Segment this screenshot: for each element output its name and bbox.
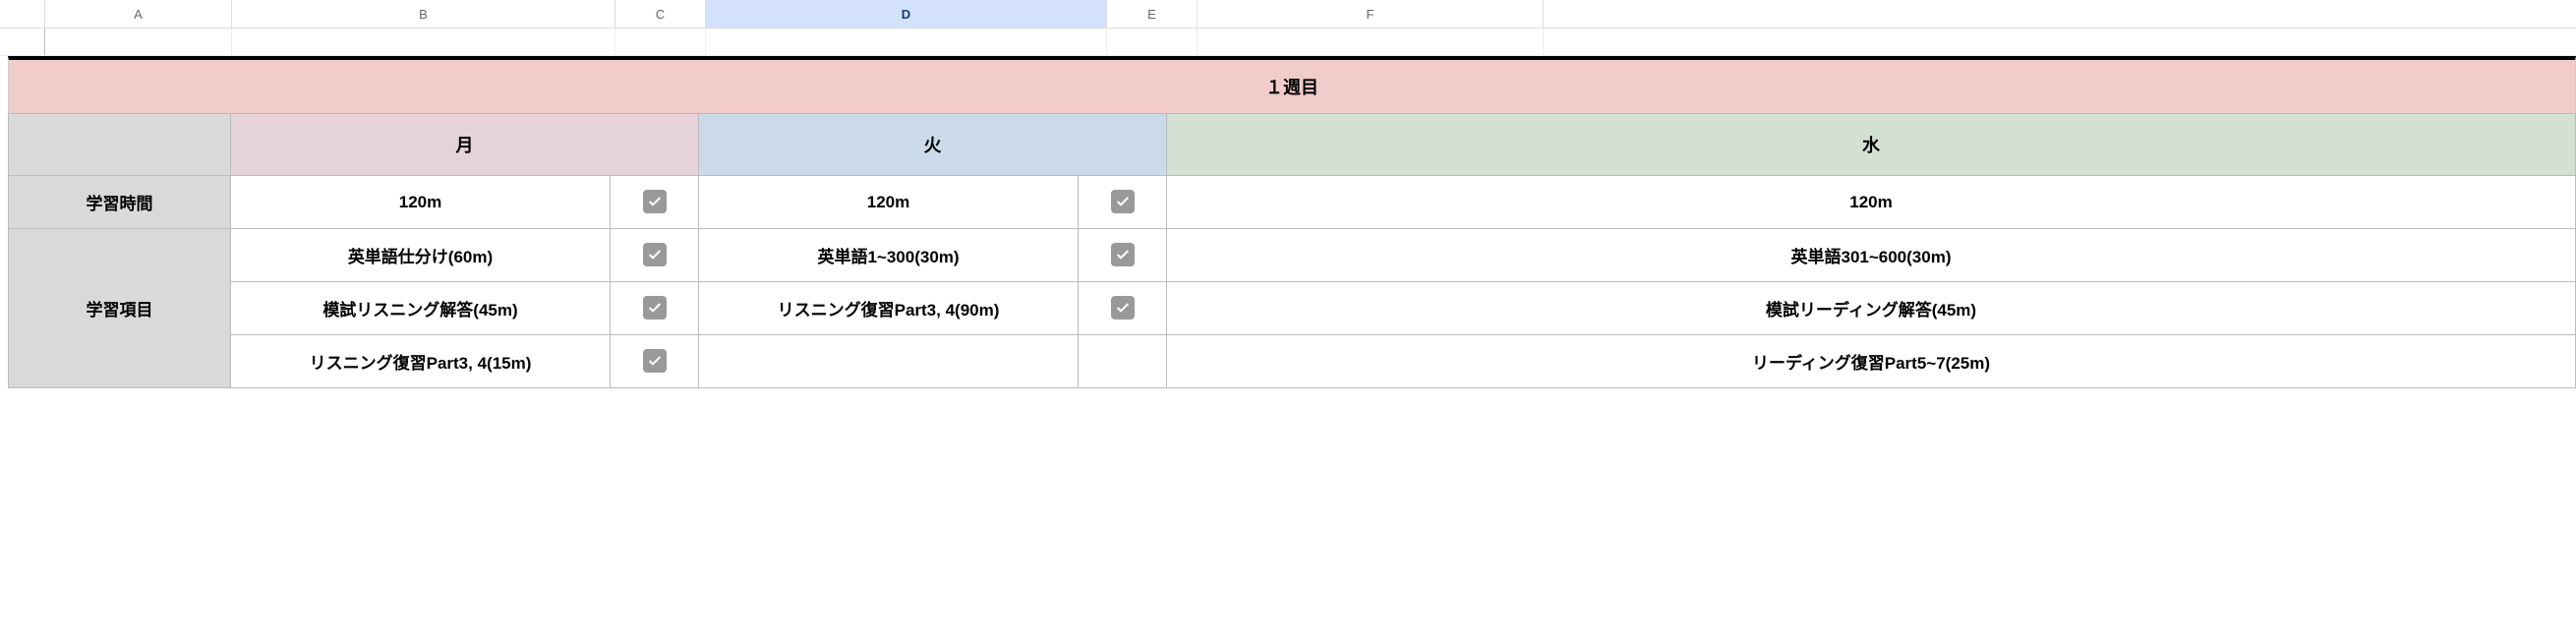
check-tue-2[interactable] xyxy=(1079,282,1167,335)
study-item-row-3: リスニング復習Part3, 4(15m) リーディング復習Part5~7(25m… xyxy=(9,335,2576,388)
checkbox-icon[interactable] xyxy=(1111,243,1135,266)
item-tue-2[interactable]: リスニング復習Part3, 4(90m) xyxy=(699,282,1079,335)
column-header-e[interactable]: E xyxy=(1107,0,1198,28)
checkbox-icon[interactable] xyxy=(643,243,667,266)
check-time-tue[interactable] xyxy=(1079,176,1167,229)
cell-e1[interactable] xyxy=(1107,29,1198,55)
item-mon-2[interactable]: 模試リスニング解答(45m) xyxy=(231,282,611,335)
day-header-mon[interactable]: 月 xyxy=(231,114,699,176)
item-mon-3[interactable]: リスニング復習Part3, 4(15m) xyxy=(231,335,611,388)
item-tue-1[interactable]: 英単語1~300(30m) xyxy=(699,229,1079,282)
checkbox-icon[interactable] xyxy=(1111,190,1135,213)
check-tue-1[interactable] xyxy=(1079,229,1167,282)
corner-cell[interactable] xyxy=(0,0,45,28)
row-1 xyxy=(0,29,2576,56)
cell-b1[interactable] xyxy=(232,29,615,55)
column-header-c[interactable]: C xyxy=(615,0,706,28)
blank-header[interactable] xyxy=(9,114,231,176)
item-tue-3[interactable] xyxy=(699,335,1079,388)
study-time-wed[interactable]: 120m xyxy=(1167,176,2576,229)
day-header-row: 月 火 水 xyxy=(9,114,2576,176)
item-wed-2[interactable]: 模試リーディング解答(45m) xyxy=(1167,282,2576,335)
day-header-wed[interactable]: 水 xyxy=(1167,114,2576,176)
study-time-label[interactable]: 学習時間 xyxy=(9,176,231,229)
cell-d1[interactable] xyxy=(706,29,1107,55)
checkbox-icon[interactable] xyxy=(643,296,667,320)
checkbox-icon[interactable] xyxy=(643,349,667,373)
study-time-mon[interactable]: 120m xyxy=(231,176,611,229)
column-header-b[interactable]: B xyxy=(232,0,615,28)
study-item-row-2: 模試リスニング解答(45m) リスニング復習Part3, 4(90m) 模試リー… xyxy=(9,282,2576,335)
cell-c1[interactable] xyxy=(615,29,706,55)
item-mon-1[interactable]: 英単語仕分け(60m) xyxy=(231,229,611,282)
item-wed-3[interactable]: リーディング復習Part5~7(25m) xyxy=(1167,335,2576,388)
column-header-a[interactable]: A xyxy=(45,0,232,28)
column-header-d[interactable]: D xyxy=(706,0,1107,28)
cell-a1[interactable] xyxy=(45,29,232,55)
study-items-label[interactable]: 学習項目 xyxy=(9,229,231,388)
check-time-mon[interactable] xyxy=(611,176,699,229)
row-number-1[interactable] xyxy=(0,29,45,55)
day-header-tue[interactable]: 火 xyxy=(699,114,1167,176)
study-schedule-table: 月 火 水 学習時間 120m 120m 120m 学習項目 英単語仕分け(60… xyxy=(8,113,2576,388)
item-wed-1[interactable]: 英単語301~600(30m) xyxy=(1167,229,2576,282)
study-time-tue[interactable]: 120m xyxy=(699,176,1079,229)
checkbox-icon[interactable] xyxy=(1111,296,1135,320)
week-header[interactable]: １週目 xyxy=(8,56,2576,113)
check-tue-3[interactable] xyxy=(1079,335,1167,388)
study-item-row-1: 学習項目 英単語仕分け(60m) 英単語1~300(30m) 英単語301~60… xyxy=(9,229,2576,282)
cell-f1[interactable] xyxy=(1198,29,1544,55)
column-header-row: A B C D E F xyxy=(0,0,2576,29)
study-time-row: 学習時間 120m 120m 120m xyxy=(9,176,2576,229)
column-header-f[interactable]: F xyxy=(1198,0,1544,28)
checkbox-icon[interactable] xyxy=(643,190,667,213)
check-mon-2[interactable] xyxy=(611,282,699,335)
check-mon-1[interactable] xyxy=(611,229,699,282)
check-mon-3[interactable] xyxy=(611,335,699,388)
